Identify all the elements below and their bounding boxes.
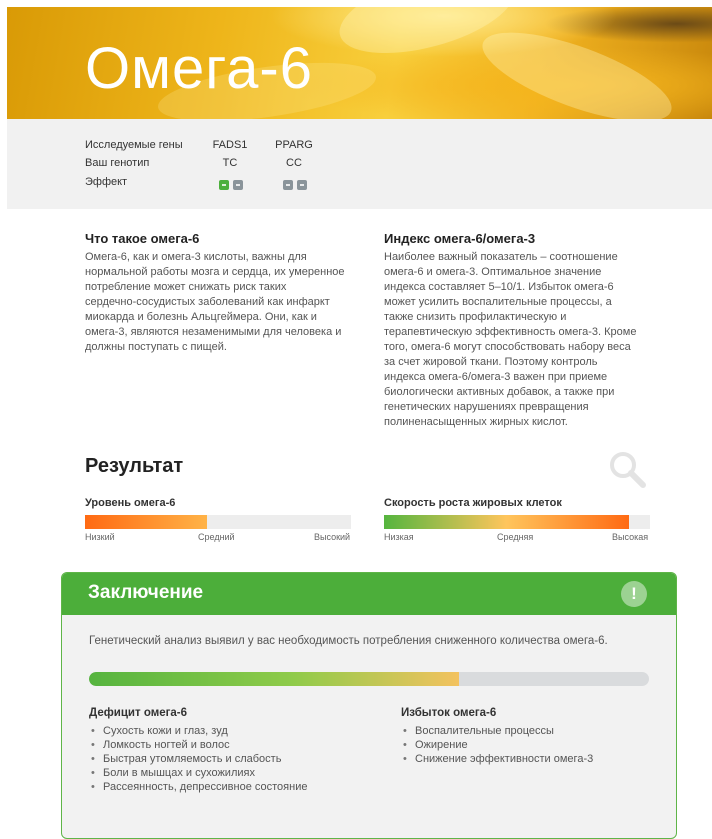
effect-neutral-icon <box>233 180 243 190</box>
list-item: Рассеянность, депрессивное состояние <box>89 780 307 794</box>
row-label-effect: Эффект <box>85 176 128 188</box>
effect-neutral-icon <box>297 180 307 190</box>
text-line: омега-6 и омега-3. Оптимальное значение <box>384 266 602 278</box>
tick-mid: Средний <box>198 532 235 542</box>
tick-mid: Средняя <box>497 532 534 542</box>
text-line: терапевтическую эффективность омега-3. К… <box>384 326 637 338</box>
section-title-what-is: Что такое омега-6 <box>85 231 200 246</box>
list-item: Ломкость ногтей и волос <box>89 738 307 752</box>
text-line: биологически активных добавок, а также п… <box>384 386 615 398</box>
fat-cell-growth-bar <box>384 515 650 529</box>
tick-high: Высокая <box>612 532 649 542</box>
genes-table: Исследуемые гены Ваш генотип Эффект FADS… <box>7 119 712 209</box>
list-item: Воспалительные процессы <box>401 724 593 738</box>
text-line: генетических нарушениях превращения <box>384 401 589 413</box>
conclusion-bar <box>89 672 649 686</box>
hero-banner: Омега-6 <box>7 7 712 119</box>
gene-name: FADS1 <box>212 139 248 151</box>
deficit-list: Сухость кожи и глаз, зуд Ломкость ногтей… <box>89 724 307 794</box>
text-line: потребление может снижать риск таких <box>85 281 287 293</box>
bar-label-fat-cell-growth: Скорость роста жировых клеток <box>384 497 562 509</box>
effect-neutral-icon <box>283 180 293 190</box>
section-text-what-is: Омега-6, как и омега-3 кислоты, важны дл… <box>85 250 365 355</box>
petal-decoration <box>472 14 682 119</box>
text-line: также снизить профилактическую и <box>384 311 567 323</box>
text-line: миокарда и болезнь Альцгеймера. Они, как… <box>85 311 317 323</box>
excess-title: Избыток омега-6 <box>401 707 497 719</box>
list-item: Боли в мышцах и сухожилиях <box>89 766 307 780</box>
section-text-index: Наиболее важный показатель – соотношение… <box>384 250 664 430</box>
conclusion-header: Заключение ! <box>62 573 676 615</box>
row-label-genotype: Ваш генотип <box>85 157 150 169</box>
text-line: Омега-6, как и омега-3 кислоты, важны дл… <box>85 251 307 263</box>
row-label-genes: Исследуемые гены <box>85 139 183 151</box>
exclamation-icon: ! <box>621 581 647 607</box>
magnifier-icon <box>610 452 646 488</box>
deficit-title: Дефицит омега-6 <box>89 707 188 719</box>
text-line: индекса омега-6/омега-3 важен при приеме <box>384 371 608 383</box>
text-line: индекса составляет 5–10/1. Избыток омега… <box>384 281 614 293</box>
list-item: Сухость кожи и глаз, зуд <box>89 724 307 738</box>
genotype-value: CC <box>286 157 302 169</box>
conclusion-bar-fill <box>89 672 459 686</box>
excess-list: Воспалительные процессы Ожирение Снижени… <box>401 724 593 766</box>
tick-high: Высокий <box>314 532 351 542</box>
omega6-level-bar <box>85 515 351 529</box>
conclusion-title: Заключение <box>88 582 204 603</box>
page-title: Омега-6 <box>85 36 313 101</box>
text-line: того, омега-6 могут способствовать набор… <box>384 341 631 353</box>
gene-name: PPARG <box>275 139 313 151</box>
genotype-value: TC <box>222 157 238 169</box>
text-line: может усилить воспалительные процессы, а <box>384 296 612 308</box>
list-item: Ожирение <box>401 738 593 752</box>
text-line: нормальной работы мозга и сердца, их уме… <box>85 266 345 278</box>
tick-low: Низкий <box>85 532 115 542</box>
bar-label-omega6-level: Уровень омега-6 <box>85 497 176 509</box>
omega6-level-fill <box>85 515 208 529</box>
list-item: Снижение эффективности омега-3 <box>401 752 593 766</box>
text-line: полиненасыщенных жирных кислот. <box>384 416 568 428</box>
conclusion-text: Генетический анализ выявил у вас необход… <box>89 635 608 647</box>
result-title: Результат <box>85 455 184 477</box>
text-line: омега-3, являются незаменимыми для челов… <box>85 326 342 338</box>
section-title-index: Индекс омега-6/омега-3 <box>384 231 536 246</box>
fat-cell-growth-fill <box>384 515 629 529</box>
text-line: должны поступать с пищей. <box>85 341 227 353</box>
list-item: Быстрая утомляемость и слабость <box>89 752 307 766</box>
tick-low: Низкая <box>384 532 414 542</box>
effect-positive-icon <box>219 180 229 190</box>
text-line: за счет жировой ткани. Поэтому контроль <box>384 356 598 368</box>
text-line: сердечно-сосудистых заболеваний как инфа… <box>85 296 330 308</box>
text-line: Наиболее важный показатель – соотношение <box>384 251 618 263</box>
conclusion-panel: Заключение ! Генетический анализ выявил … <box>61 572 677 839</box>
